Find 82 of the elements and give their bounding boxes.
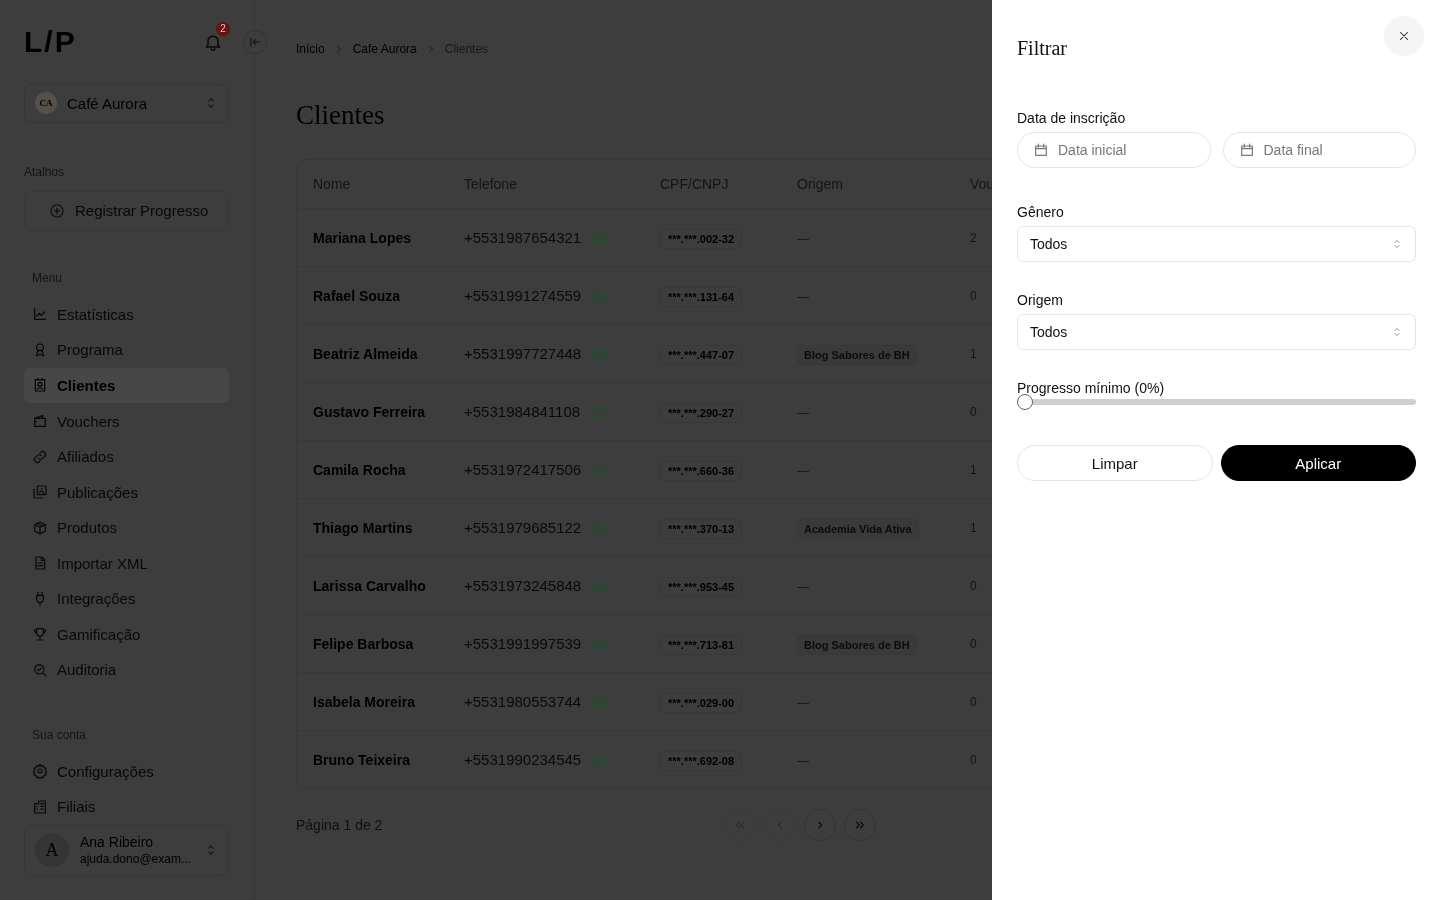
field-label: Gênero [1017, 204, 1064, 220]
wallet-icon [32, 413, 48, 430]
page-button[interactable] [804, 809, 836, 841]
breadcrumb-link[interactable]: Início [296, 42, 325, 56]
document-tag: ***.***.447-07 [660, 344, 743, 365]
document-tag: ***.***.029-00 [660, 692, 743, 713]
chevrons-up-down-icon [1391, 238, 1403, 250]
document-tag: ***.***.002-32 [660, 228, 743, 249]
document-tag: ***.***.370-13 [660, 518, 743, 539]
nav-item[interactable]: Clientes [24, 367, 229, 404]
field-label: Progresso mínimo (0%) [1017, 380, 1165, 396]
table-cell: — [797, 405, 809, 420]
user-email: ajuda.dono@exam... [80, 852, 192, 867]
document-tag: ***.***.692-08 [660, 750, 743, 771]
document-tag: ***.***.713-81 [660, 634, 743, 655]
page-button[interactable] [844, 809, 876, 841]
apply-button[interactable]: Aplicar [1220, 445, 1416, 481]
store-selector[interactable]: CA Café Aurora [24, 83, 229, 124]
chat-bubble-icon[interactable] [591, 345, 608, 362]
date-field[interactable]: Data final [1222, 132, 1416, 168]
chat-bubble-icon[interactable] [591, 519, 608, 536]
table-cell: — [797, 695, 809, 710]
table-cell-text: Bruno Teixeira [313, 751, 411, 768]
table-cell-text: Thiago Martins [313, 519, 414, 536]
table-cell: — [797, 289, 809, 304]
field-label: Origem [1017, 292, 1063, 308]
calendar-icon [1238, 142, 1255, 158]
breadcrumb-link[interactable]: Cafe Aurora [352, 42, 417, 56]
package-icon [32, 519, 48, 536]
table-cell: — [797, 231, 809, 246]
clear-button[interactable]: Limpar [1017, 445, 1213, 481]
notification-badge: 2 [216, 21, 230, 36]
chat-bubble-icon[interactable] [591, 693, 608, 710]
user-name: Ana Ribeiro [80, 834, 155, 851]
table-cell-text: Beatriz Almeida [313, 345, 419, 362]
table-cell: — [797, 579, 809, 594]
chat-bubble-icon[interactable] [590, 403, 607, 420]
building-icon [32, 798, 48, 815]
table-cell-text: Larissa Carvalho [313, 577, 427, 594]
chat-bubble-icon[interactable] [591, 287, 608, 304]
chat-bubble-icon[interactable] [591, 635, 608, 652]
link-icon [32, 448, 48, 465]
chevrons-up-down-icon [1391, 326, 1403, 338]
contact-icon [32, 377, 48, 394]
store-name: Café Aurora [67, 94, 149, 112]
calendar-icon [1033, 142, 1049, 158]
store-avatar: CA [35, 92, 57, 115]
date-field[interactable]: Data inicial [1017, 132, 1211, 168]
document-tag: ***.***.290-27 [660, 402, 743, 423]
table-cell-text: Gustavo Ferreira [313, 403, 427, 420]
double-right-icon [853, 818, 867, 832]
origin-select[interactable]: Todos [1017, 314, 1416, 350]
table-cell: — [797, 753, 809, 768]
collapse-sidebar-button[interactable] [243, 30, 267, 54]
table-cell-text: Felipe Barbosa [313, 635, 415, 652]
table-cell: — [797, 463, 809, 478]
chat-bubble-icon[interactable] [591, 751, 608, 768]
table-cell-text: Camila Rocha [313, 461, 407, 478]
search-icon [32, 661, 48, 678]
chat-bubble-icon[interactable] [591, 229, 608, 246]
panel-title: Filtrar [1017, 36, 1067, 61]
logo: L/P [24, 26, 77, 57]
table-cell-text: Mariana Lopes [313, 229, 413, 246]
file-icon [32, 555, 48, 572]
slider-thumb[interactable] [1017, 394, 1033, 410]
chart-icon [32, 306, 48, 323]
page-title: Clientes [296, 100, 385, 131]
field-label: Data de inscrição [1017, 110, 1126, 126]
chat-bubble-icon[interactable] [591, 577, 608, 594]
table-cell-text: Rafael Souza [313, 287, 402, 304]
collapse-icon [248, 35, 262, 49]
document-tag: ***.***.953-45 [660, 576, 743, 597]
gender-select[interactable]: Todos [1017, 226, 1416, 262]
images-icon [32, 484, 48, 501]
close-button[interactable] [1384, 16, 1424, 56]
table-cell-text: Isabela Moreira [313, 693, 416, 710]
settings-icon [32, 763, 48, 780]
close-icon [1397, 29, 1411, 43]
trophy-icon [32, 626, 48, 643]
chat-bubble-icon[interactable] [591, 461, 608, 478]
document-tag: ***.***.131-64 [660, 286, 743, 307]
document-tag: ***.***.660-36 [660, 460, 743, 481]
